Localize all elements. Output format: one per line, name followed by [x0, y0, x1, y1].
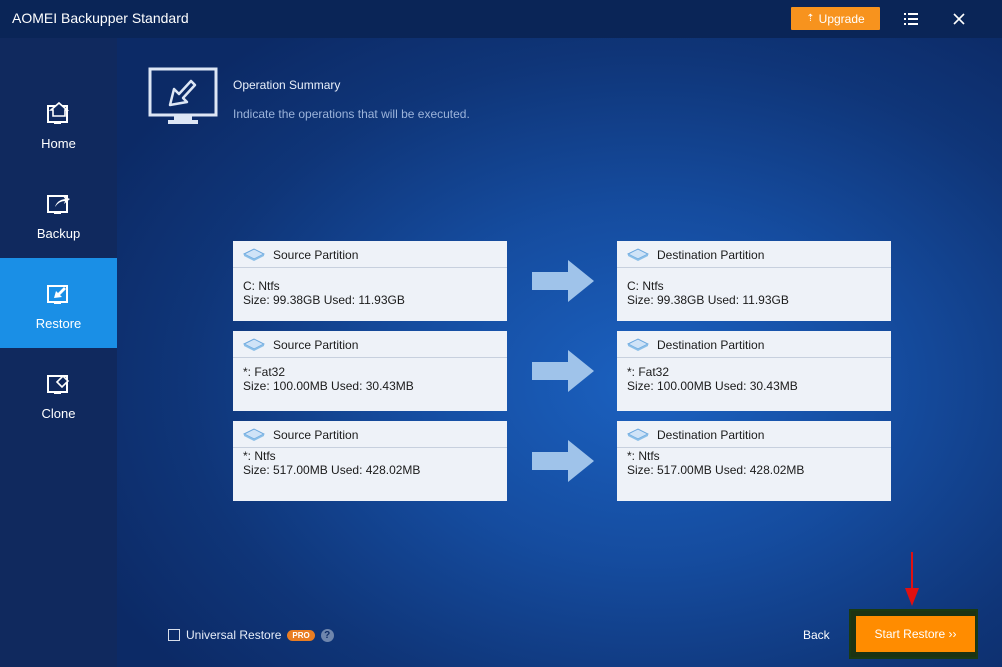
- partition-name: *: Fat32: [243, 365, 286, 379]
- clone-icon: [47, 374, 70, 394]
- card-header: Destination Partition: [617, 421, 891, 448]
- menu-icon: [904, 13, 918, 25]
- card-header: Source Partition: [233, 331, 507, 358]
- card-title: Destination Partition: [657, 428, 765, 442]
- partition-size: Size: 99.38GB Used: 11.93GB: [627, 293, 789, 307]
- restore-monitor-icon: [148, 67, 218, 124]
- partition-size: Size: 517.00MB Used: 428.02MB: [627, 463, 805, 477]
- partition-size: Size: 99.38GB Used: 11.93GB: [243, 293, 405, 307]
- universal-restore-label[interactable]: Universal Restore: [186, 628, 281, 642]
- sidebar: Home Backup Restore Clone: [0, 38, 117, 667]
- sidebar-item-label: Home: [41, 136, 76, 151]
- app-window: AOMEI Backupper Standard ⇡ Upgrade Home …: [0, 0, 1002, 667]
- card-title: Destination Partition: [657, 338, 765, 352]
- page-title: Operation Summary: [233, 78, 341, 92]
- card-header: Destination Partition: [617, 241, 891, 268]
- sidebar-item-label: Restore: [35, 316, 82, 331]
- sidebar-item-restore[interactable]: Restore: [0, 258, 117, 348]
- card-header: Destination Partition: [617, 331, 891, 358]
- destination-partition-card: Destination Partition *: Fat32 Size: 100…: [617, 331, 891, 411]
- card-header: Source Partition: [233, 241, 507, 268]
- disk-icon: [243, 338, 265, 351]
- right-arrow-icon: [532, 350, 594, 392]
- title-bar: AOMEI Backupper Standard ⇡ Upgrade: [0, 0, 1002, 38]
- backup-icon: [47, 195, 70, 214]
- sidebar-item-label: Clone: [41, 406, 76, 421]
- partition-name: C: Ntfs: [243, 279, 280, 293]
- source-partition-card: Source Partition *: Ntfs Size: 517.00MB …: [233, 421, 507, 501]
- card-title: Source Partition: [273, 248, 359, 262]
- destination-partition-card: Destination Partition C: Ntfs Size: 99.3…: [617, 241, 891, 321]
- card-title: Source Partition: [273, 338, 359, 352]
- pro-badge: PRO: [287, 629, 315, 641]
- menu-button[interactable]: [900, 8, 922, 30]
- right-arrow-icon: [532, 260, 594, 302]
- back-button[interactable]: Back: [803, 628, 830, 642]
- disk-icon: [243, 428, 265, 441]
- sidebar-item-clone[interactable]: Clone: [0, 348, 117, 438]
- partition-size: Size: 517.00MB Used: 428.02MB: [243, 463, 421, 477]
- partition-name: *: Ntfs: [627, 449, 660, 463]
- upgrade-label: Upgrade: [818, 11, 865, 26]
- partition-size: Size: 100.00MB Used: 30.43MB: [243, 379, 414, 393]
- sidebar-item-home[interactable]: Home: [0, 78, 117, 168]
- source-partition-card: Source Partition *: Fat32 Size: 100.00MB…: [233, 331, 507, 411]
- partition-size: Size: 100.00MB Used: 30.43MB: [627, 379, 798, 393]
- disk-icon: [627, 338, 649, 351]
- universal-restore-checkbox[interactable]: [168, 629, 180, 641]
- sidebar-item-label: Backup: [36, 226, 81, 241]
- disk-icon: [627, 428, 649, 441]
- sidebar-item-backup[interactable]: Backup: [0, 168, 117, 258]
- start-restore-button[interactable]: Start Restore ››: [856, 616, 975, 652]
- partition-name: *: Fat32: [627, 365, 670, 379]
- card-title: Source Partition: [273, 428, 359, 442]
- partition-name: C: Ntfs: [627, 279, 664, 293]
- red-pointer-arrow-icon: [905, 552, 919, 606]
- card-title: Destination Partition: [657, 248, 765, 262]
- upgrade-button[interactable]: ⇡ Upgrade: [791, 7, 880, 30]
- home-icon: [47, 101, 70, 124]
- app-title: AOMEI Backupper Standard: [12, 10, 189, 26]
- destination-partition-card: Destination Partition *: Ntfs Size: 517.…: [617, 421, 891, 501]
- disk-icon: [627, 248, 649, 261]
- source-partition-card: Source Partition C: Ntfs Size: 99.38GB U…: [233, 241, 507, 321]
- right-arrow-icon: [532, 440, 594, 482]
- upgrade-arrow-icon: ⇡: [806, 13, 815, 24]
- close-button[interactable]: [948, 8, 970, 30]
- card-header: Source Partition: [233, 421, 507, 448]
- restore-icon: [47, 285, 68, 304]
- page-subtitle: Indicate the operations that will be exe…: [233, 107, 470, 121]
- help-icon[interactable]: ?: [320, 628, 334, 642]
- universal-restore-option: Universal Restore PRO ?: [168, 628, 334, 642]
- partition-name: *: Ntfs: [243, 449, 276, 463]
- disk-icon: [243, 248, 265, 261]
- close-icon: [953, 13, 965, 25]
